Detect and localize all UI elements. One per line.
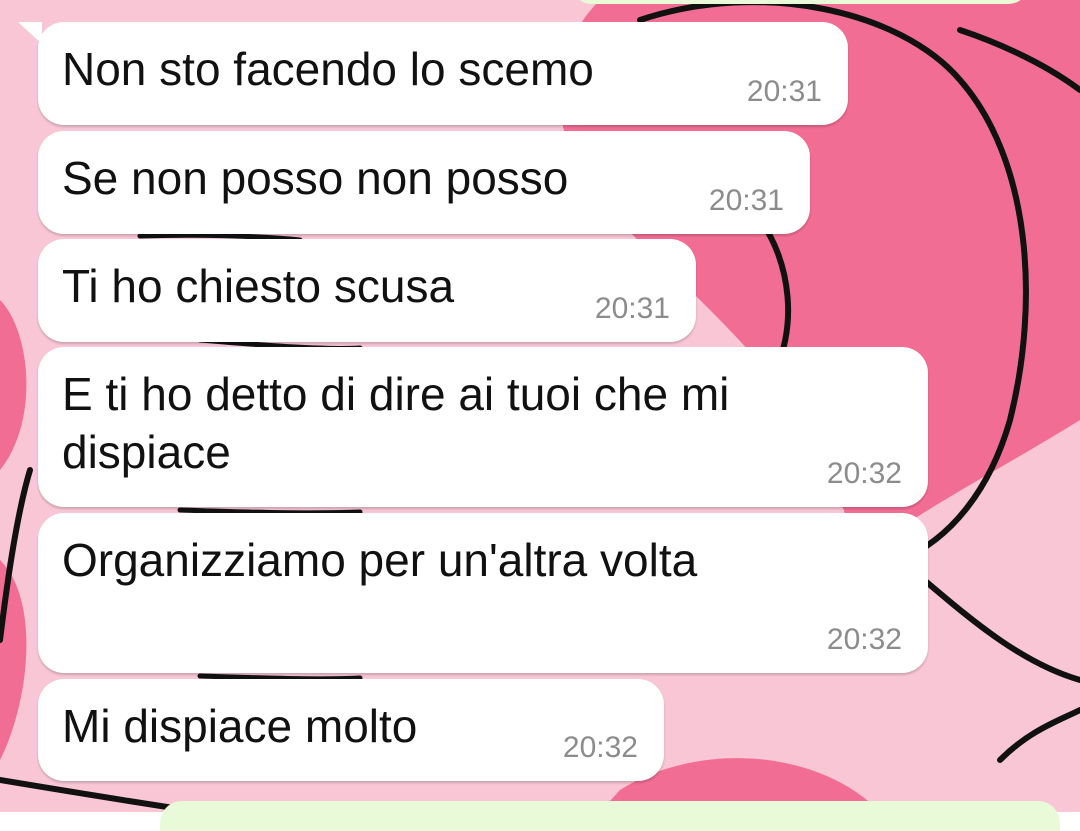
message-bubble[interactable]: Non sto facendo lo scemo 20:31 (38, 22, 848, 125)
outgoing-bubble-partial-bottom (160, 801, 1060, 831)
message-time: 20:32 (562, 731, 638, 764)
message-time: 20:31 (594, 292, 670, 325)
message-bubble[interactable]: Organizziamo per un'altra volta 20:32 (38, 513, 928, 673)
message-text: E ti ho detto di dire ai tuoi che mi dis… (62, 368, 730, 478)
message-time: 20:31 (746, 75, 822, 108)
message-time: 20:31 (708, 184, 784, 217)
message-text: Organizziamo per un'altra volta (62, 534, 698, 586)
outgoing-bubble-partial-top (570, 0, 1030, 4)
message-bubble[interactable]: E ti ho detto di dire ai tuoi che mi dis… (38, 347, 928, 507)
message-bubble[interactable]: Mi dispiace molto 20:32 (38, 679, 664, 781)
message-text: Non sto facendo lo scemo (62, 43, 594, 95)
message-text: Ti ho chiesto scusa (62, 260, 455, 312)
message-bubble[interactable]: Ti ho chiesto scusa 20:31 (38, 239, 696, 342)
message-bubble[interactable]: Se non posso non posso 20:31 (38, 131, 810, 234)
message-text: Mi dispiace molto (62, 700, 418, 752)
message-text: Se non posso non posso (62, 152, 569, 204)
message-time: 20:32 (826, 457, 902, 490)
message-time: 20:32 (826, 623, 902, 656)
